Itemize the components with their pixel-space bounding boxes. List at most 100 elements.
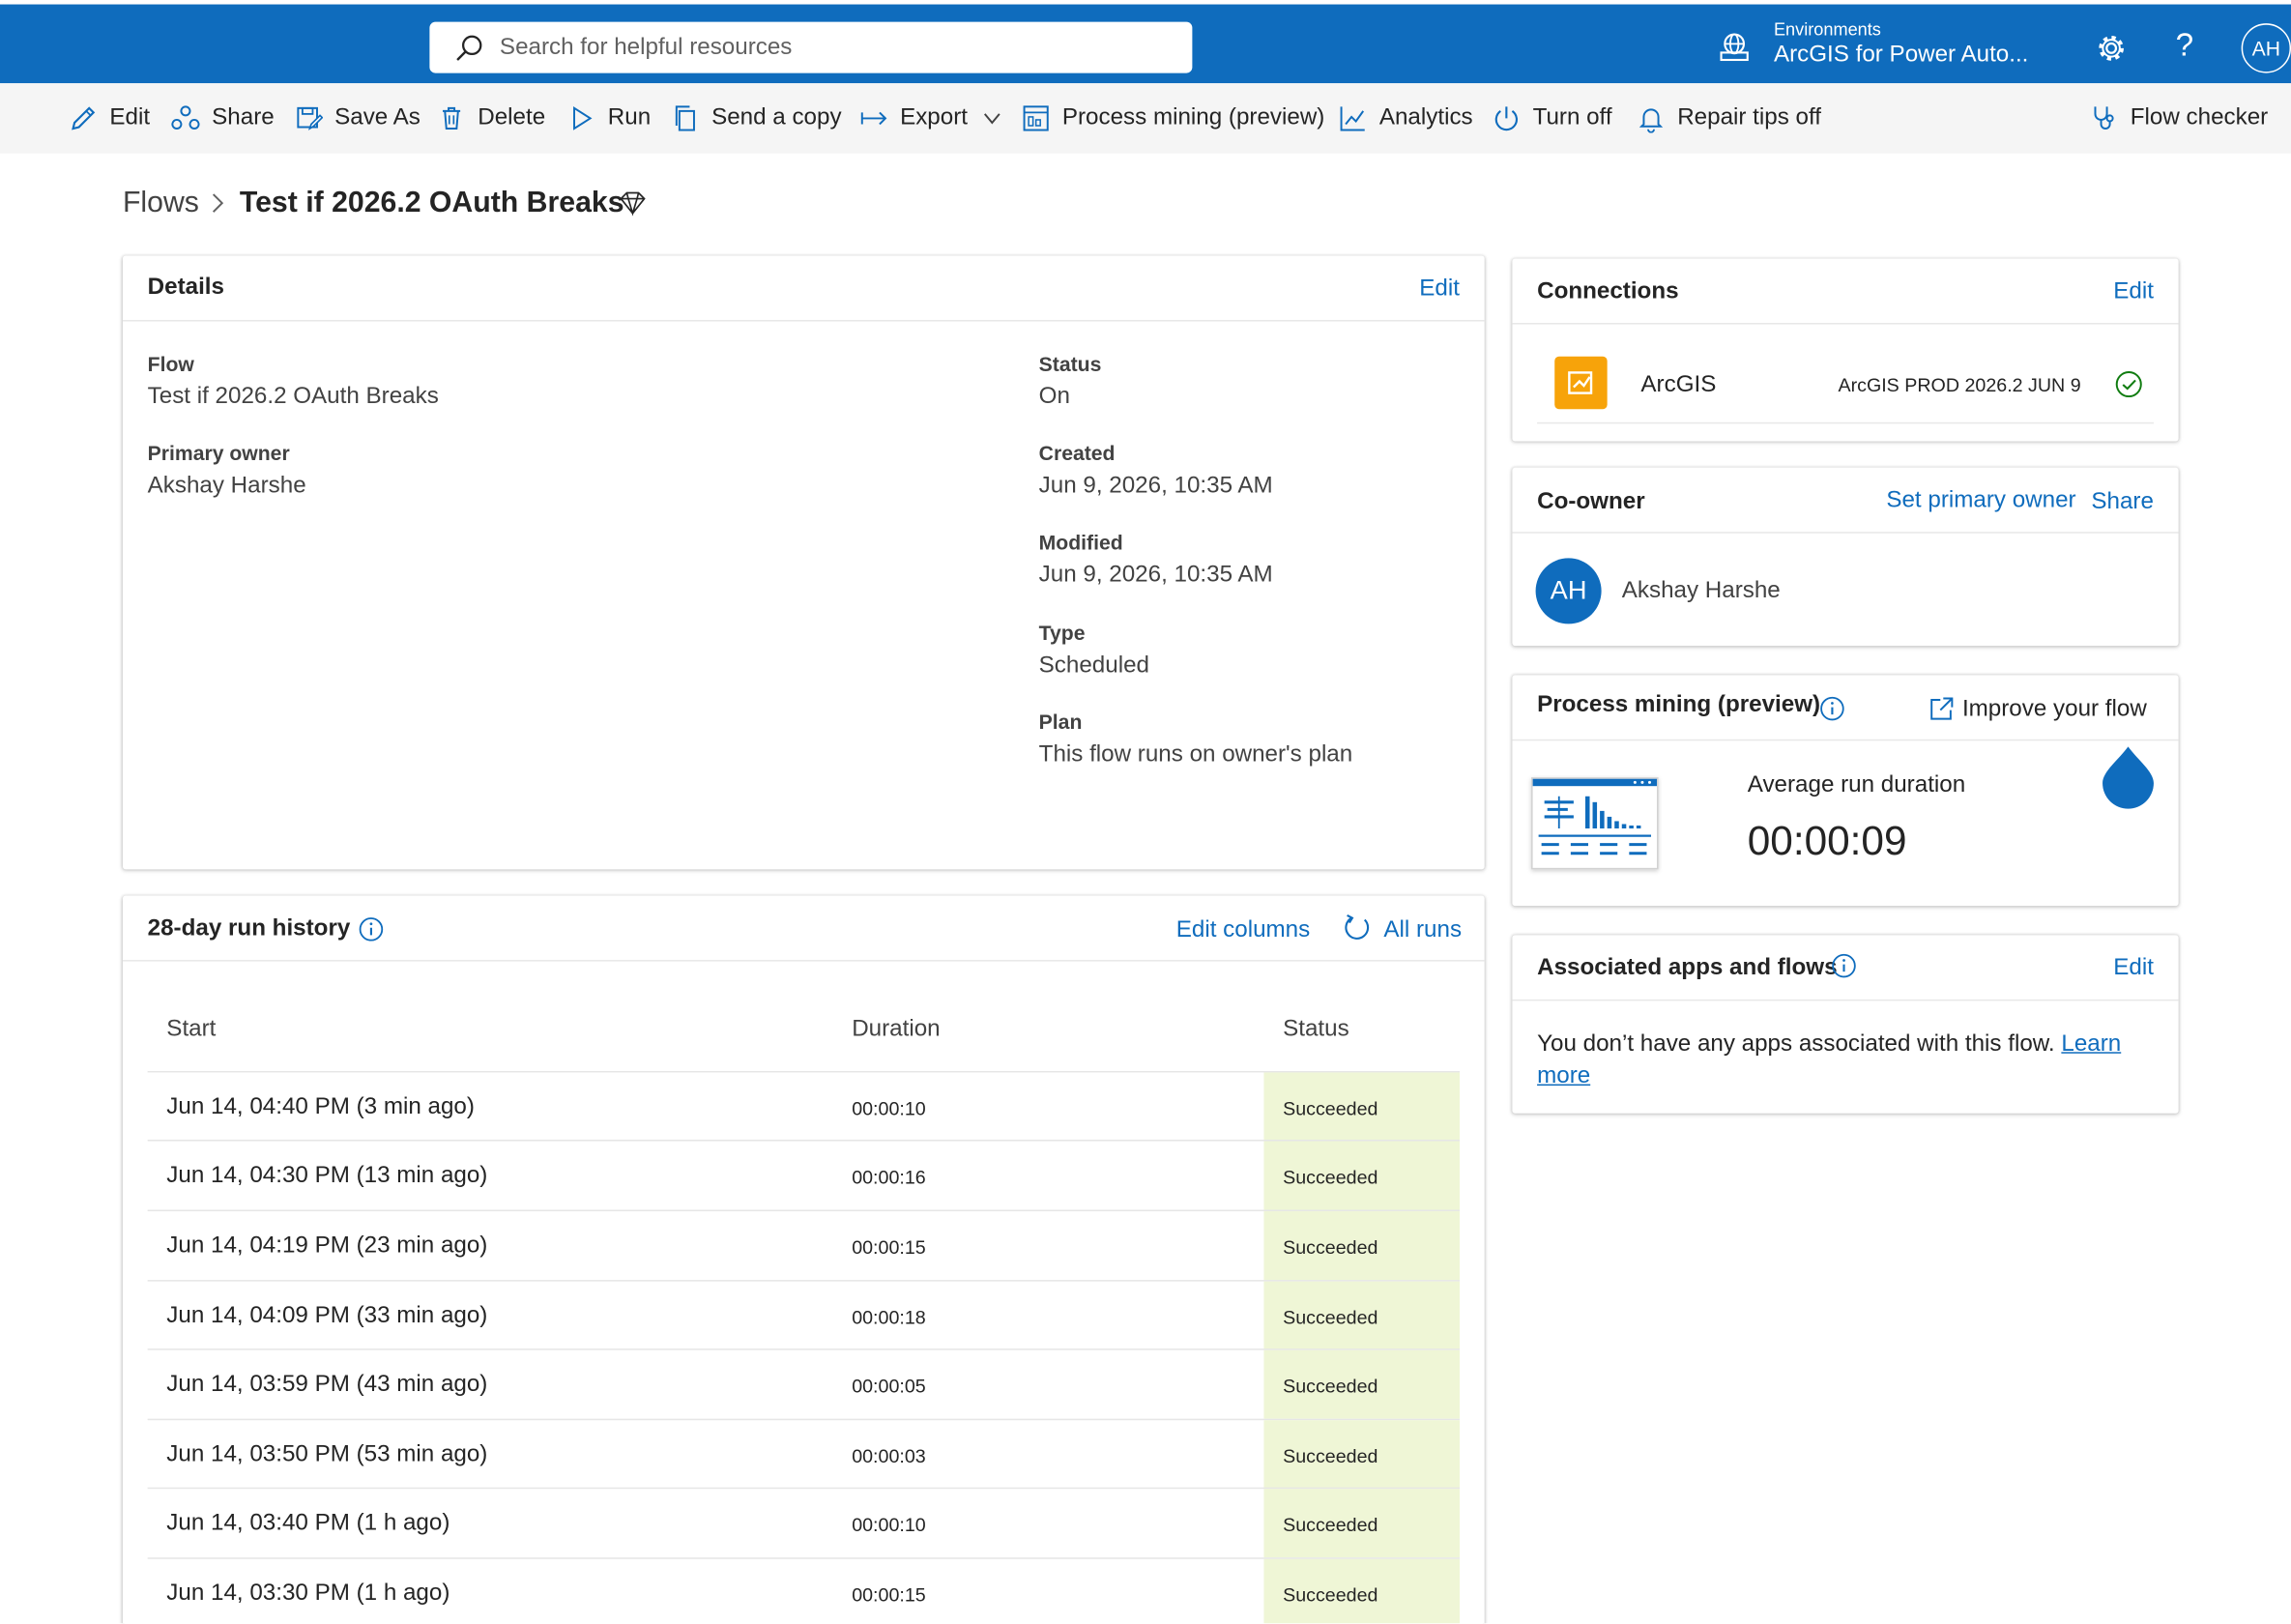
- table-row[interactable]: Jun 14, 03:50 PM (53 min ago) 00:00:03 S…: [147, 1418, 1460, 1490]
- search-box[interactable]: [429, 21, 1193, 73]
- connections-edit-link[interactable]: Edit: [2113, 279, 2154, 305]
- run-status-text: Succeeded: [1283, 1375, 1378, 1397]
- search-icon: [456, 35, 482, 61]
- turn-off-button[interactable]: Turn off: [1492, 83, 1612, 154]
- modified-label: Modified: [1038, 530, 1123, 554]
- plan-value: This flow runs on owner's plan: [1038, 741, 1353, 768]
- send-copy-label: Send a copy: [711, 104, 842, 130]
- export-label: Export: [900, 104, 968, 130]
- associated-apps-header: Associated apps and flows Edit: [1512, 935, 2179, 1001]
- run-start-cell[interactable]: Jun 14, 03:30 PM (1 h ago): [166, 1580, 450, 1607]
- run-status-text: Succeeded: [1283, 1306, 1378, 1328]
- table-row[interactable]: Jun 14, 04:30 PM (13 min ago) 00:00:16 S…: [147, 1139, 1460, 1210]
- save-as-button[interactable]: Save As: [294, 83, 420, 154]
- divider: [1537, 421, 2154, 424]
- table-row[interactable]: Jun 14, 04:19 PM (23 min ago) 00:00:15 S…: [147, 1209, 1460, 1281]
- run-start-cell[interactable]: Jun 14, 03:50 PM (53 min ago): [166, 1442, 487, 1468]
- run-label: Run: [607, 104, 652, 130]
- open-external-icon[interactable]: [1928, 695, 1955, 721]
- table-row[interactable]: Jun 14, 03:59 PM (43 min ago) 00:00:05 S…: [147, 1348, 1460, 1419]
- run-status-cell: Succeeded: [1263, 1558, 1460, 1624]
- environment-icon[interactable]: [1719, 31, 1751, 63]
- created-label: Created: [1038, 441, 1116, 465]
- connection-detail: ArcGIS PROD 2026.2 JUN 9: [1838, 373, 2081, 396]
- run-button[interactable]: Run: [566, 83, 651, 154]
- associated-apps-edit-link[interactable]: Edit: [2113, 956, 2154, 982]
- edit-columns-link[interactable]: Edit columns: [1176, 917, 1310, 943]
- improve-flow-link[interactable]: Improve your flow: [1962, 697, 2147, 723]
- page-title: Test if 2026.2 OAuth Breaks: [239, 187, 624, 219]
- info-icon[interactable]: [1819, 695, 1845, 721]
- run-start-cell[interactable]: Jun 14, 04:30 PM (13 min ago): [166, 1163, 487, 1189]
- check-circle-icon: [2115, 370, 2142, 398]
- flow-checker-button[interactable]: Flow checker: [2089, 83, 2268, 154]
- turn-off-label: Turn off: [1532, 104, 1612, 130]
- run-status-text: Succeeded: [1283, 1166, 1378, 1188]
- run-start-cell[interactable]: Jun 14, 03:59 PM (43 min ago): [166, 1372, 487, 1398]
- run-status-cell: Succeeded: [1263, 1349, 1460, 1419]
- info-icon[interactable]: [1831, 952, 1857, 978]
- learn-more-link-2[interactable]: more: [1537, 1063, 1590, 1088]
- table-row[interactable]: Jun 14, 04:09 PM (33 min ago) 00:00:18 S…: [147, 1280, 1460, 1350]
- connections-card: Connections Edit ArcGIS ArcGIS PROD 2026…: [1512, 258, 2179, 442]
- type-value: Scheduled: [1038, 652, 1149, 679]
- info-icon[interactable]: [358, 916, 384, 942]
- export-button[interactable]: Export: [859, 83, 1003, 154]
- send-copy-button[interactable]: Send a copy: [671, 83, 842, 154]
- table-row[interactable]: Jun 14, 03:30 PM (1 h ago) 00:00:15 Succ…: [147, 1557, 1460, 1624]
- all-runs-link[interactable]: All runs: [1383, 917, 1462, 943]
- environment-label: Environments: [1773, 18, 1881, 40]
- share-icon: [171, 105, 200, 130]
- help-icon[interactable]: ?: [2176, 26, 2194, 64]
- user-avatar[interactable]: AH: [2241, 23, 2291, 73]
- run-start-cell[interactable]: Jun 14, 04:19 PM (23 min ago): [166, 1233, 487, 1260]
- learn-more-link[interactable]: Learn: [2061, 1031, 2121, 1057]
- modified-value: Jun 9, 2026, 10:35 AM: [1038, 562, 1273, 588]
- analytics-button[interactable]: Analytics: [1339, 83, 1473, 154]
- share-button[interactable]: Share: [171, 83, 275, 154]
- run-start-cell[interactable]: Jun 14, 04:09 PM (33 min ago): [166, 1303, 487, 1329]
- share-label: Share: [212, 104, 275, 130]
- run-status-text: Succeeded: [1283, 1513, 1378, 1536]
- flow-value: Test if 2026.2 OAuth Breaks: [147, 384, 439, 410]
- associated-apps-message: You don’t have any apps associated with …: [1537, 1031, 2055, 1057]
- associated-apps-message-block: You don’t have any apps associated with …: [1537, 1029, 2136, 1093]
- process-mining-label: Process mining (preview): [1061, 104, 1325, 130]
- coowner-share-link[interactable]: Share: [2091, 489, 2154, 515]
- column-header-duration[interactable]: Duration: [852, 1017, 940, 1043]
- arcgis-connector-icon: [1554, 356, 1608, 410]
- run-start-cell[interactable]: Jun 14, 04:40 PM (3 min ago): [166, 1094, 475, 1120]
- refresh-icon[interactable]: [1343, 914, 1372, 942]
- run-history-title: 28-day run history: [147, 915, 351, 942]
- process-mining-button[interactable]: Process mining (preview): [1022, 83, 1325, 154]
- analytics-icon: [1340, 106, 1365, 131]
- average-run-duration-value: 00:00:09: [1747, 818, 1907, 864]
- search-input[interactable]: [499, 21, 1173, 73]
- table-row[interactable]: Jun 14, 04:40 PM (3 min ago) 00:00:10 Su…: [147, 1070, 1460, 1142]
- run-status-text: Succeeded: [1283, 1097, 1378, 1119]
- details-title: Details: [147, 275, 224, 300]
- delete-label: Delete: [478, 104, 546, 130]
- run-duration-cell: 00:00:15: [852, 1235, 926, 1259]
- bell-icon: [1638, 108, 1664, 133]
- repair-tips-button[interactable]: Repair tips off: [1637, 83, 1821, 154]
- table-row[interactable]: Jun 14, 03:40 PM (1 h ago) 00:00:10 Succ…: [147, 1487, 1460, 1558]
- connections-header: Connections Edit: [1512, 259, 2179, 325]
- run-duration-cell: 00:00:10: [852, 1097, 926, 1119]
- run-start-cell[interactable]: Jun 14, 03:40 PM (1 h ago): [166, 1511, 450, 1537]
- run-duration-cell: 00:00:03: [852, 1444, 926, 1467]
- delete-button[interactable]: Delete: [437, 83, 545, 154]
- details-edit-link[interactable]: Edit: [1419, 276, 1460, 303]
- coowner-header: Co-owner Set primary owner Share: [1512, 468, 2179, 534]
- diamond-premium-icon: [620, 191, 646, 217]
- breadcrumb-flows[interactable]: Flows: [123, 187, 199, 220]
- gear-icon[interactable]: [2095, 32, 2127, 64]
- set-primary-owner-link[interactable]: Set primary owner: [1886, 488, 2075, 514]
- edit-button[interactable]: Edit: [69, 83, 150, 154]
- environment-name[interactable]: ArcGIS for Power Auto...: [1774, 43, 2028, 69]
- column-header-start[interactable]: Start: [166, 1017, 216, 1043]
- associated-apps-title: Associated apps and flows: [1537, 955, 1838, 981]
- column-header-status[interactable]: Status: [1283, 1017, 1349, 1043]
- plan-label: Plan: [1038, 710, 1083, 734]
- chevron-right-icon: [212, 193, 224, 213]
